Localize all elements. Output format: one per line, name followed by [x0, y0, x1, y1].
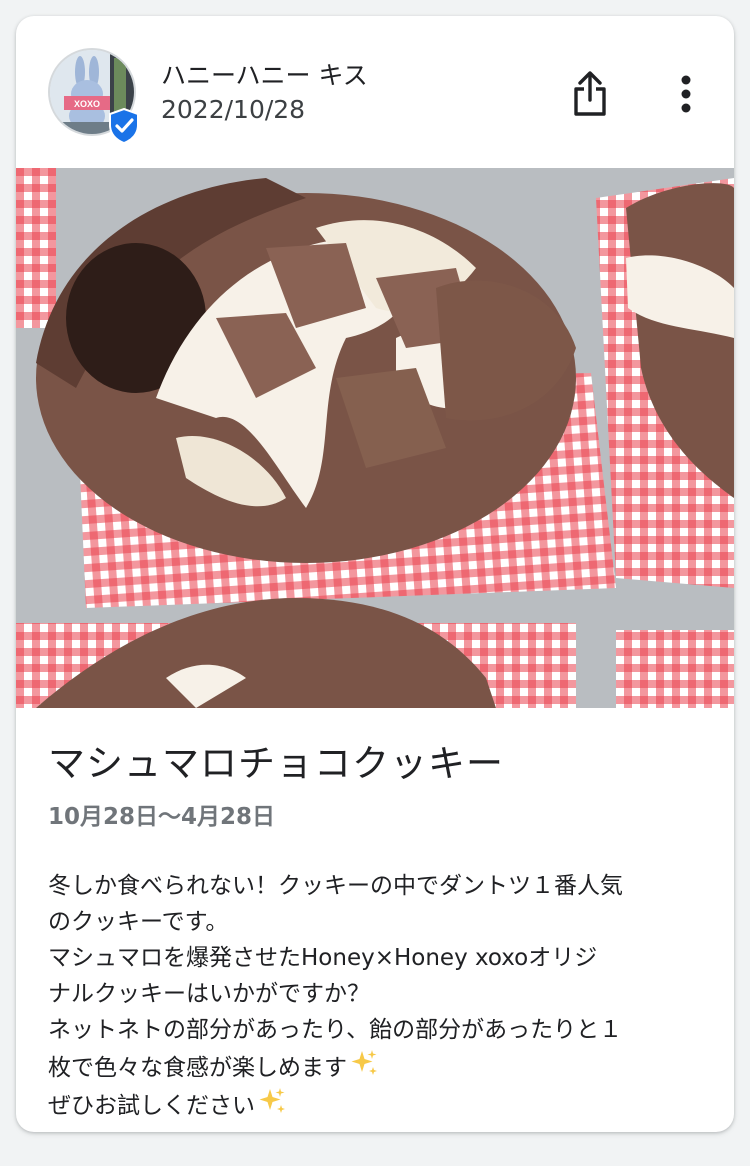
description-line: ぜひお試しください	[48, 1093, 255, 1119]
description-line: のクッキーです。	[48, 909, 229, 935]
event-period: 10月28日〜4月28日	[48, 804, 276, 830]
sparkles-emoji-icon	[351, 1050, 377, 1075]
description-line: 枚で色々な食感が楽しめます	[48, 1055, 347, 1081]
share-icon	[574, 71, 606, 116]
account-name[interactable]: ハニーハニー キス	[161, 60, 368, 92]
description-line: マシュマロを爆発させたHoney×Honey xoxoオリジ	[48, 945, 598, 971]
description-line: ナルクッキーはいかがですか？	[48, 981, 370, 1007]
post-photo[interactable]	[16, 168, 734, 708]
description-line: ネットネトの部分があったり、飴の部分があったりと１	[48, 1017, 623, 1043]
avatar-sign-text: XOXO	[74, 99, 100, 109]
post-date: 2022/10/28	[161, 95, 306, 124]
more-vertical-icon	[681, 75, 691, 113]
post-card[interactable]: XOXO ハニーハニー キス 2022/10/28 マシュマロチョコクッキー 1…	[16, 16, 734, 1132]
description-line-with-sparkle: ぜひお試しください	[48, 1086, 708, 1124]
post-header: XOXO ハニーハニー キス 2022/10/28	[16, 16, 734, 168]
verified-badge-icon	[108, 107, 140, 145]
share-button[interactable]	[564, 68, 616, 120]
description-line: 冬しか食べられない！クッキーの中でダントツ１番人気	[48, 873, 623, 899]
post-title: マシュマロチョコクッキー	[48, 742, 504, 785]
more-options-button[interactable]	[664, 68, 708, 120]
sparkles-emoji-icon	[259, 1088, 285, 1113]
cookie-photo-image	[16, 168, 734, 708]
description-line-with-sparkle: 枚で色々な食感が楽しめます	[48, 1048, 708, 1086]
post-description: 冬しか食べられない！クッキーの中でダントツ１番人気 のクッキーです。 マシュマロ…	[48, 868, 708, 1124]
